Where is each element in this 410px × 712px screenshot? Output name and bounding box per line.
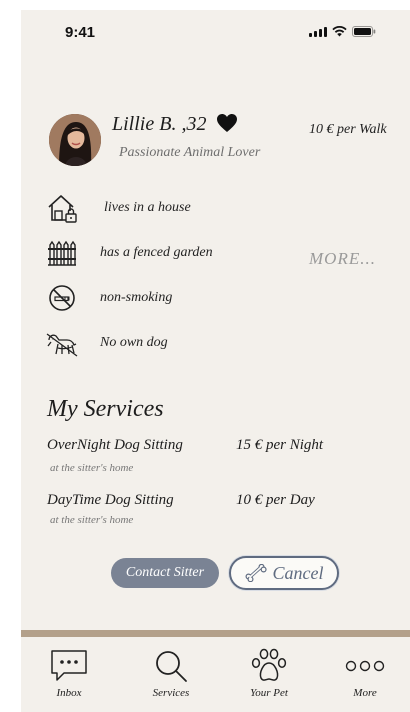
- service-price: 15 € per Night: [236, 437, 324, 453]
- service-location: at the sitter's home: [50, 462, 134, 474]
- no-dog-icon: [45, 328, 79, 360]
- tab-services[interactable]: Services: [131, 647, 211, 712]
- status-bar: 9:41: [21, 10, 410, 58]
- more-dots-icon: [345, 647, 385, 685]
- cellular-signal-icon: [309, 27, 327, 37]
- tab-more[interactable]: More: [325, 647, 405, 712]
- feature-label: lives in a house: [104, 200, 191, 215]
- cancel-label: Cancel: [272, 562, 324, 583]
- battery-icon: [352, 26, 376, 37]
- contact-sitter-button[interactable]: Contact Sitter: [111, 558, 219, 588]
- feature-label: has a fenced garden: [100, 245, 213, 260]
- feature-no-dog: No own dog: [45, 328, 168, 360]
- house-lock-icon: [45, 192, 79, 224]
- wifi-icon: [332, 26, 347, 37]
- tab-label: Inbox: [56, 687, 82, 699]
- status-time: 9:41: [65, 24, 96, 41]
- cancel-button[interactable]: Cancel: [229, 556, 339, 590]
- feature-label: No own dog: [100, 335, 168, 350]
- tab-your-pet[interactable]: Your Pet: [229, 647, 309, 712]
- service-name: OverNight Dog Sitting: [47, 437, 183, 453]
- walk-price: 10 € per Walk: [309, 122, 387, 137]
- tabbar-divider: [21, 630, 410, 637]
- tab-label: Your Pet: [250, 687, 288, 699]
- heart-icon[interactable]: [216, 113, 238, 133]
- tab-label: More: [353, 687, 377, 699]
- bone-icon: [244, 564, 267, 582]
- search-icon: [154, 647, 188, 685]
- feature-house: lives in a house: [45, 192, 191, 224]
- paw-icon: [250, 647, 288, 685]
- contact-sitter-label: Contact Sitter: [125, 565, 205, 580]
- app-screen: 9:41 Lillie B. ,32 Passionate Animal Lov…: [21, 10, 410, 712]
- service-price: 10 € per Day: [236, 492, 315, 508]
- services-title: My Services: [47, 396, 164, 422]
- service-name: DayTime Dog Sitting: [47, 492, 174, 508]
- feature-fence: has a fenced garden: [45, 237, 213, 269]
- feature-label: non-smoking: [100, 290, 173, 305]
- sitter-name: Lillie B. ,32: [112, 113, 207, 135]
- avatar[interactable]: [49, 114, 101, 166]
- status-icons: [309, 26, 376, 37]
- inbox-chat-icon: [50, 647, 88, 685]
- no-smoking-icon: [45, 282, 79, 314]
- tab-label: Services: [152, 687, 190, 699]
- service-location: at the sitter's home: [50, 514, 134, 526]
- tab-inbox[interactable]: Inbox: [29, 647, 109, 712]
- feature-non-smoking: non-smoking: [45, 282, 172, 314]
- sitter-tagline: Passionate Animal Lover: [119, 145, 261, 160]
- more-link[interactable]: MORE...: [309, 249, 376, 269]
- tab-bar: Inbox Services Your Pet More: [21, 637, 410, 712]
- fence-icon: [45, 237, 79, 269]
